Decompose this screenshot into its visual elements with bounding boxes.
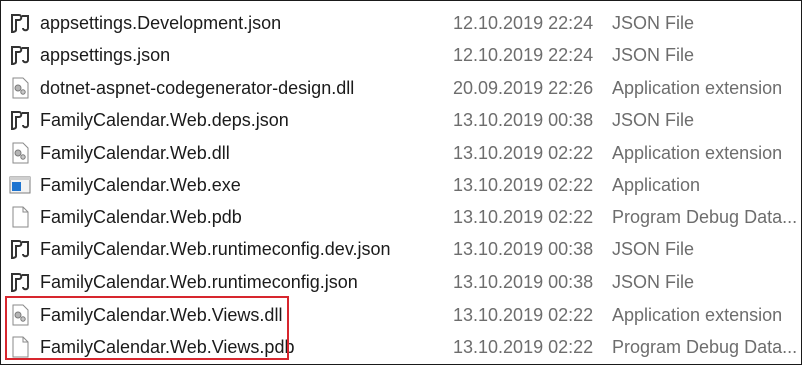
file-name: FamilyCalendar.Web.exe bbox=[40, 174, 241, 195]
exe-file-icon bbox=[9, 176, 31, 194]
file-row[interactable]: FamilyCalendar.Web.pdb 13.10.2019 02:22 … bbox=[1, 201, 801, 233]
file-name: FamilyCalendar.Web.pdb bbox=[40, 206, 242, 227]
file-row[interactable]: FamilyCalendar.Web.Views.pdb 13.10.2019 … bbox=[1, 331, 801, 363]
file-row[interactable]: appsettings.Development.json 12.10.2019 … bbox=[1, 7, 801, 39]
file-name: FamilyCalendar.Web.Views.dll bbox=[40, 304, 283, 325]
file-name: FamilyCalendar.Web.Views.pdb bbox=[40, 336, 295, 357]
file-row[interactable]: appsettings.json 12.10.2019 22:24 JSON F… bbox=[1, 39, 801, 71]
file-type: Program Debug Data... bbox=[612, 206, 798, 227]
file-row[interactable]: FamilyCalendar.Web.Views.dll 13.10.2019 … bbox=[1, 299, 801, 331]
file-name: FamilyCalendar.Web.deps.json bbox=[40, 109, 289, 130]
file-name: FamilyCalendar.Web.runtimeconfig.dev.jso… bbox=[40, 238, 391, 259]
dll-file-icon bbox=[12, 142, 29, 164]
file-date: 13.10.2019 02:22 bbox=[453, 174, 594, 195]
file-date: 12.10.2019 22:24 bbox=[453, 44, 594, 65]
file-date: 12.10.2019 22:24 bbox=[453, 12, 594, 33]
blank-file-icon bbox=[12, 336, 29, 358]
file-row[interactable]: dotnet-aspnet-codegenerator-design.dll 2… bbox=[1, 72, 801, 104]
file-name: appsettings.json bbox=[40, 44, 171, 65]
json-file-icon bbox=[11, 111, 29, 131]
blank-file-icon bbox=[12, 206, 29, 228]
file-name: FamilyCalendar.Web.dll bbox=[40, 142, 230, 163]
file-date: 13.10.2019 02:22 bbox=[453, 142, 594, 163]
file-type: Program Debug Data... bbox=[612, 336, 798, 357]
file-date: 13.10.2019 02:22 bbox=[453, 336, 594, 357]
file-row[interactable]: FamilyCalendar.Web.runtimeconfig.dev.jso… bbox=[1, 233, 801, 265]
file-row[interactable]: FamilyCalendar.Web.deps.json 13.10.2019 … bbox=[1, 104, 801, 136]
file-date: 20.09.2019 22:26 bbox=[453, 77, 594, 98]
file-date: 13.10.2019 02:22 bbox=[453, 206, 594, 227]
json-file-icon bbox=[11, 14, 29, 34]
json-file-icon bbox=[11, 240, 29, 260]
dll-file-icon bbox=[12, 77, 29, 99]
file-type: Application extension bbox=[612, 142, 783, 163]
file-type: Application extension bbox=[612, 304, 783, 325]
file-type: JSON File bbox=[612, 271, 695, 292]
file-name: dotnet-aspnet-codegenerator-design.dll bbox=[40, 77, 355, 98]
file-date: 13.10.2019 00:38 bbox=[453, 109, 594, 130]
json-file-icon bbox=[11, 273, 29, 293]
file-type: JSON File bbox=[612, 44, 695, 65]
file-type: JSON File bbox=[612, 109, 695, 130]
file-type: JSON File bbox=[612, 12, 695, 33]
file-date: 13.10.2019 00:38 bbox=[453, 238, 594, 259]
file-date: 13.10.2019 00:38 bbox=[453, 271, 594, 292]
file-name: FamilyCalendar.Web.runtimeconfig.json bbox=[40, 271, 358, 292]
dll-file-icon bbox=[12, 304, 29, 326]
file-type: Application extension bbox=[612, 77, 783, 98]
file-name: appsettings.Development.json bbox=[40, 12, 282, 33]
file-row[interactable]: FamilyCalendar.Web.exe 13.10.2019 02:22 … bbox=[1, 169, 801, 201]
json-file-icon bbox=[11, 46, 29, 66]
file-type: JSON File bbox=[612, 238, 695, 259]
file-type: Application bbox=[612, 174, 701, 195]
file-date: 13.10.2019 02:22 bbox=[453, 304, 594, 325]
file-list: appsettings.Development.json 12.10.2019 … bbox=[0, 0, 802, 365]
file-row[interactable]: FamilyCalendar.Web.dll 13.10.2019 02:22 … bbox=[1, 137, 801, 169]
file-row[interactable]: FamilyCalendar.Web.runtimeconfig.json 13… bbox=[1, 266, 801, 298]
